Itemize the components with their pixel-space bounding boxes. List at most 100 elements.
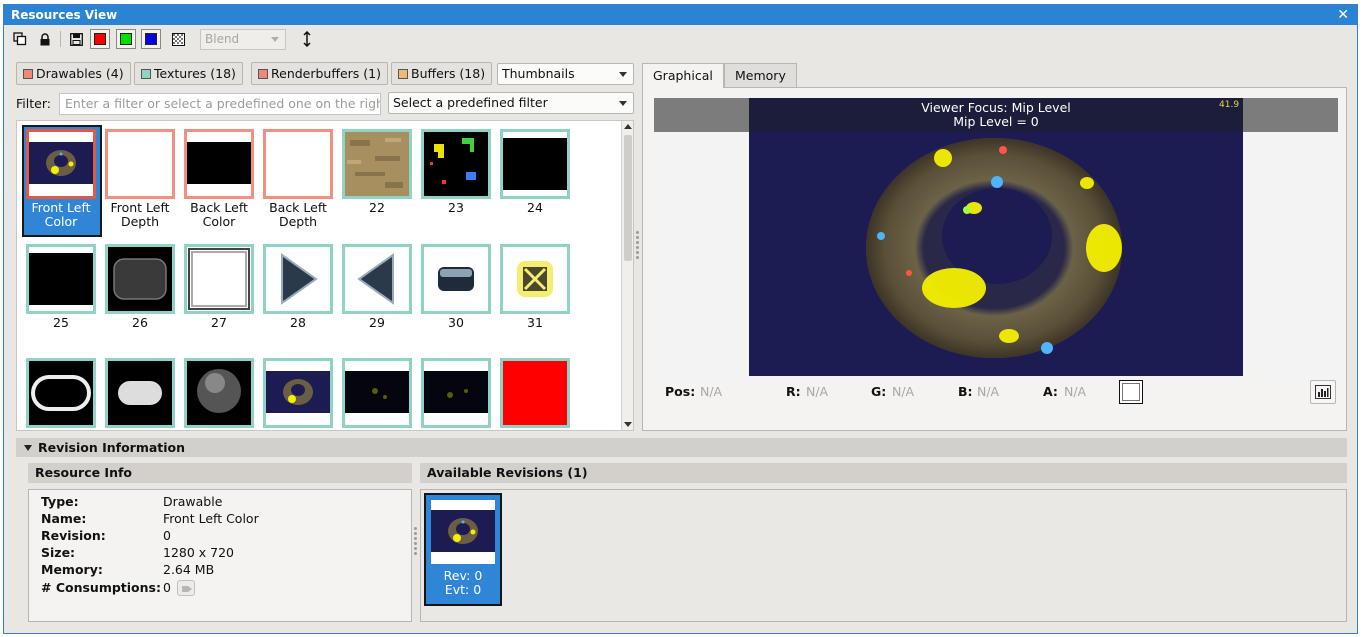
tab-renderbuffers[interactable]: Renderbuffers (1) xyxy=(251,62,388,85)
tab-memory[interactable]: Memory xyxy=(724,63,797,87)
toolbar: Blend xyxy=(4,27,1357,51)
tab-buffers[interactable]: Buffers (18) xyxy=(391,62,493,85)
consumptions-value: 0 xyxy=(163,580,171,595)
a-label: A: xyxy=(1043,384,1058,399)
window-title: Resources View xyxy=(11,8,118,22)
thumbnail-item[interactable] xyxy=(338,354,418,430)
thumbnail-image xyxy=(105,129,175,199)
thumbnail-item[interactable]: 25 xyxy=(22,240,102,352)
chevron-down-icon xyxy=(619,72,627,77)
blend-select[interactable]: Blend xyxy=(200,29,286,50)
view-mode-select[interactable]: Thumbnails xyxy=(497,63,634,85)
copy-icon[interactable] xyxy=(11,30,29,48)
thumbnail-label: 23 xyxy=(448,200,464,215)
revision-caption: Rev: 0 Evt: 0 xyxy=(426,569,500,597)
histogram-icon xyxy=(1315,385,1331,399)
thumbnail-item[interactable]: 22 xyxy=(338,125,418,237)
close-icon[interactable]: ✕ xyxy=(1337,5,1349,25)
tab-label: Drawables (4) xyxy=(36,66,124,81)
thumbnail-label: 29 xyxy=(369,315,385,330)
revision-evt: Evt: 0 xyxy=(444,582,482,597)
scroll-down-icon[interactable] xyxy=(624,422,632,427)
revision-info-header[interactable]: Revision Information xyxy=(16,438,1347,457)
thumbnail-image xyxy=(342,129,412,199)
thumbnail-scrollbar[interactable] xyxy=(621,121,633,430)
splitter-handle[interactable] xyxy=(414,525,418,557)
b-label: B: xyxy=(958,384,973,399)
lock-icon[interactable] xyxy=(36,30,54,48)
predefined-filter-select[interactable]: Select a predefined filter xyxy=(388,92,634,114)
tab-textures[interactable]: Textures (18) xyxy=(134,62,243,85)
thumbnail-item[interactable]: 31 xyxy=(496,240,576,352)
thumbnail-item[interactable]: 30 xyxy=(417,240,497,352)
green-swatch xyxy=(120,33,132,45)
thumbnail-image xyxy=(26,244,96,314)
tab-graphical[interactable]: Graphical xyxy=(642,63,724,88)
thumbnail-image xyxy=(421,244,491,314)
thumbnail-image xyxy=(421,129,491,199)
thumbnail-item[interactable]: Front Left Depth xyxy=(101,125,181,237)
blue-channel-button[interactable] xyxy=(141,29,161,49)
red-swatch xyxy=(94,33,106,45)
thumbnail-label: 30 xyxy=(448,315,464,330)
thumbnail-image xyxy=(263,244,333,314)
revision-item[interactable]: Rev: 0 Evt: 0 xyxy=(424,493,502,606)
thumbnail-image xyxy=(26,358,96,428)
r-value: N/A xyxy=(806,384,829,399)
thumbnail-item[interactable] xyxy=(417,354,497,430)
thumbnail-item[interactable]: Front Left Color xyxy=(22,125,102,237)
title-bar: Resources View ✕ xyxy=(4,5,1357,25)
thumbnail-label: Back Left Color xyxy=(190,200,248,229)
thumbnail-label: 24 xyxy=(527,200,543,215)
thumbnail-item[interactable]: 28 xyxy=(259,240,339,352)
thumbnail-label: 26 xyxy=(132,315,148,330)
scroll-up-icon[interactable] xyxy=(624,124,632,129)
thumbnail-item[interactable] xyxy=(259,354,339,430)
thumbnail-item[interactable] xyxy=(22,354,102,430)
thumbnail-item[interactable]: 24 xyxy=(496,125,576,237)
fps-counter: 41.9 xyxy=(1219,100,1240,110)
tab-drawables[interactable]: Drawables (4) xyxy=(16,62,131,85)
histogram-button[interactable] xyxy=(1310,380,1336,404)
r-label: R: xyxy=(786,384,801,399)
thumbnail-image xyxy=(26,129,96,199)
revision-info-title: Revision Information xyxy=(38,440,186,455)
thumbnail-label: 27 xyxy=(211,315,227,330)
blend-select-value: Blend xyxy=(205,32,240,46)
thumbnail-image xyxy=(263,358,333,428)
green-channel-button[interactable] xyxy=(116,29,136,49)
vertical-resize-icon[interactable] xyxy=(298,30,316,48)
thumbnail-image xyxy=(184,244,254,314)
thumbnail-item[interactable] xyxy=(101,354,181,430)
thumbnail-item[interactable]: 29 xyxy=(338,240,418,352)
thumbnail-item[interactable]: Back Left Depth xyxy=(259,125,339,237)
thumbnail-label: 31 xyxy=(527,315,543,330)
thumbnail-label: 22 xyxy=(369,200,385,215)
pos-label: Pos: xyxy=(665,384,696,399)
thumbnail-image xyxy=(500,358,570,428)
scrollbar-handle[interactable] xyxy=(624,135,632,261)
thumbnail-item[interactable] xyxy=(180,354,260,430)
overlay-line-2: Mip Level = 0 xyxy=(953,114,1039,129)
save-icon[interactable] xyxy=(67,30,85,48)
available-revisions-panel: Rev: 0 Evt: 0 xyxy=(420,489,1347,622)
tab-label: Renderbuffers (1) xyxy=(271,66,381,81)
filter-input[interactable]: Enter a filter or select a predefined on… xyxy=(59,93,381,115)
pos-value: N/A xyxy=(700,384,723,399)
tag-icon[interactable] xyxy=(176,580,195,596)
red-channel-button[interactable] xyxy=(90,29,110,49)
thumbnail-image xyxy=(421,358,491,428)
thumbnail-item[interactable]: 27 xyxy=(180,240,260,352)
revision-thumbnail xyxy=(431,500,495,564)
splitter-handle[interactable] xyxy=(636,229,640,261)
thumbnail-item[interactable] xyxy=(496,354,576,430)
thumbnail-item[interactable]: 26 xyxy=(101,240,181,352)
thumbnail-label: Front Left Color xyxy=(31,200,91,229)
thumbnail-image xyxy=(184,129,254,199)
image-viewer[interactable]: Viewer Focus: Mip Level Mip Level = 0 41… xyxy=(654,98,1338,376)
checkerboard-icon[interactable] xyxy=(169,30,187,48)
thumbnail-item[interactable]: Back Left Color xyxy=(180,125,260,237)
drawables-color-chip xyxy=(23,68,33,79)
chevron-down-icon xyxy=(619,101,627,106)
thumbnail-item[interactable]: 23 xyxy=(417,125,497,237)
